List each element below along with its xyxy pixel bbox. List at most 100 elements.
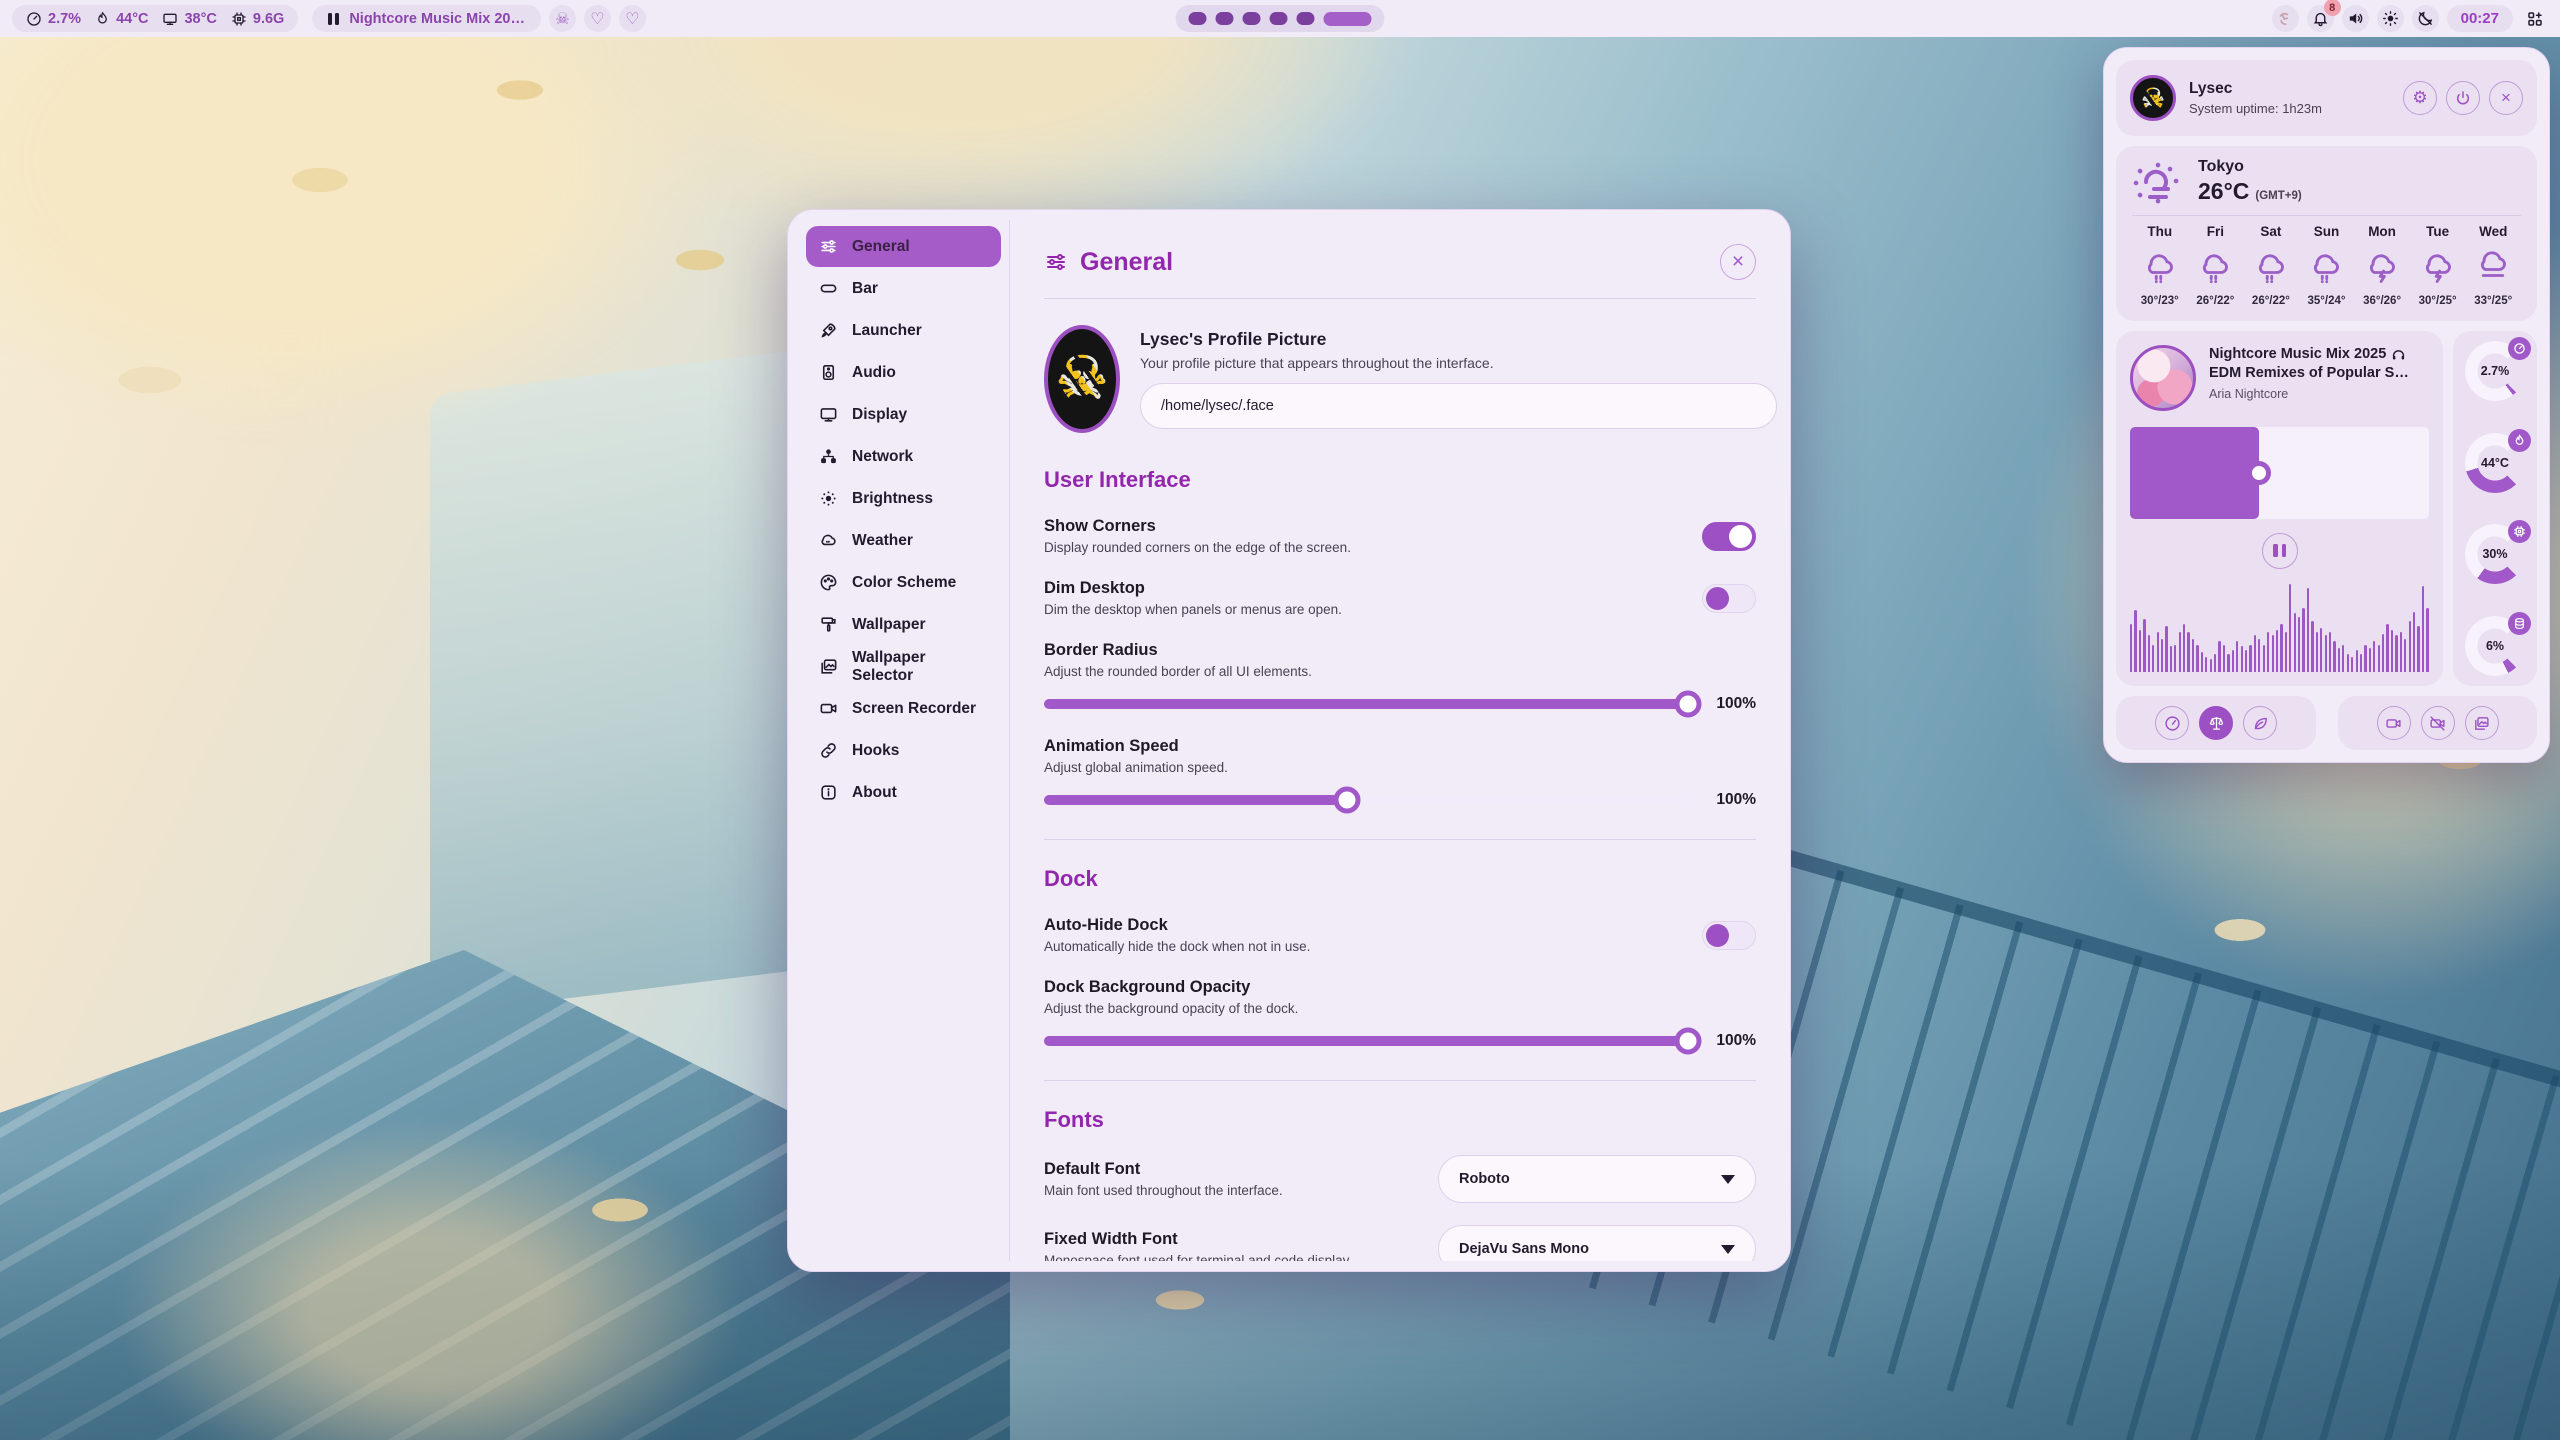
wallpaper-gallery-button[interactable] bbox=[2465, 706, 2499, 740]
system-gauge[interactable]: 30% bbox=[2465, 524, 2525, 584]
slider-handle[interactable] bbox=[1675, 691, 1702, 718]
favorite-button-2[interactable]: ♡ bbox=[619, 5, 646, 32]
profile-avatar[interactable]: ☠ bbox=[1044, 325, 1120, 433]
forecast-temps: 30°/25° bbox=[2410, 295, 2466, 307]
tray-app-button[interactable] bbox=[2272, 5, 2299, 32]
forecast-day-label: Wed bbox=[2465, 224, 2521, 239]
favorite-button-1[interactable]: ♡ bbox=[584, 5, 611, 32]
workspace-dot[interactable] bbox=[1297, 12, 1315, 25]
profile-heading: Lysec's Profile Picture bbox=[1140, 329, 1777, 350]
auto-hide-dock-toggle[interactable] bbox=[1702, 921, 1756, 950]
dim-desktop-toggle[interactable] bbox=[1702, 584, 1756, 613]
sidebar-item-audio[interactable]: Audio bbox=[806, 352, 1001, 393]
settings-button[interactable]: ⚙ bbox=[2403, 81, 2437, 115]
performance-profile-button[interactable] bbox=[2155, 706, 2189, 740]
visualizer-bar bbox=[2289, 584, 2291, 672]
profile-path-input[interactable] bbox=[1140, 383, 1777, 429]
visualizer-bar bbox=[2400, 632, 2402, 672]
close-panel-button[interactable]: × bbox=[2489, 81, 2523, 115]
system-gauge[interactable]: 2.7% bbox=[2465, 341, 2525, 401]
slider-handle[interactable] bbox=[2247, 461, 2271, 485]
tray-app-icon bbox=[2276, 10, 2294, 28]
sidebar-item-launcher[interactable]: Launcher bbox=[806, 310, 1001, 351]
default-font-select[interactable]: Roboto bbox=[1438, 1155, 1756, 1203]
video-camera-off-icon bbox=[2429, 715, 2446, 732]
dock-opacity-slider[interactable] bbox=[1044, 1036, 1688, 1046]
sidebar-item-color-scheme[interactable]: Color Scheme bbox=[806, 562, 1001, 603]
media-progress-slider[interactable] bbox=[2130, 427, 2429, 519]
fog-cloud-icon bbox=[2475, 250, 2511, 286]
sidebar-item-wallpaper[interactable]: Wallpaper bbox=[806, 604, 1001, 645]
sidebar-item-hooks[interactable]: Hooks bbox=[806, 730, 1001, 771]
sidebar-item-wallpaper-selector[interactable]: Wallpaper Selector bbox=[806, 646, 1001, 687]
camera-off-button[interactable] bbox=[2421, 706, 2455, 740]
page-title: General bbox=[1080, 248, 1173, 277]
workspace-dot[interactable] bbox=[1216, 12, 1234, 25]
visualizer-bar bbox=[2311, 621, 2313, 672]
power-button[interactable] bbox=[2446, 81, 2480, 115]
visualizer-bar bbox=[2196, 645, 2198, 672]
system-gauge[interactable]: 44°C bbox=[2465, 433, 2525, 493]
slider-handle[interactable] bbox=[1675, 1028, 1702, 1055]
forecast-day: Sun35°/24° bbox=[2299, 224, 2355, 307]
show-corners-label: Show Corners bbox=[1044, 517, 1702, 536]
forecast-temps: 36°/26° bbox=[2354, 295, 2410, 307]
sidebar-item-general[interactable]: General bbox=[806, 226, 1001, 267]
sidebar-item-about[interactable]: About bbox=[806, 772, 1001, 813]
system-gauge[interactable]: 6% bbox=[2465, 616, 2525, 676]
system-stats-pill[interactable]: 2.7% 44°C 38°C 9.6G bbox=[12, 5, 298, 32]
apps-grid-icon bbox=[2526, 10, 2544, 28]
sidebar-item-brightness[interactable]: Brightness bbox=[806, 478, 1001, 519]
media-player-pill[interactable]: Nightcore Music Mix 20… bbox=[312, 5, 541, 32]
screen-record-button[interactable] bbox=[2377, 706, 2411, 740]
cpu-temp: 44°C bbox=[95, 11, 148, 27]
close-button[interactable]: × bbox=[1720, 244, 1756, 280]
skull-button[interactable]: ☠ bbox=[549, 5, 576, 32]
album-art[interactable] bbox=[2130, 345, 2196, 411]
visualizer-bar bbox=[2205, 657, 2207, 672]
workspace-indicator[interactable] bbox=[1176, 5, 1385, 32]
sidebar-item-bar[interactable]: Bar bbox=[806, 268, 1001, 309]
show-corners-toggle[interactable] bbox=[1702, 522, 1756, 551]
dashboard-button[interactable] bbox=[2521, 5, 2548, 32]
visualizer-bar bbox=[2333, 641, 2335, 672]
animation-speed-slider[interactable] bbox=[1044, 795, 1688, 805]
visualizer-bar bbox=[2143, 619, 2145, 672]
visualizer-bar bbox=[2249, 645, 2251, 672]
leaf-icon bbox=[2252, 715, 2269, 732]
brightness-icon bbox=[819, 489, 838, 508]
workspace-dot[interactable] bbox=[1243, 12, 1261, 25]
clock[interactable]: 00:27 bbox=[2447, 5, 2513, 32]
visualizer-bar bbox=[2236, 641, 2238, 672]
notifications-button[interactable]: 8 bbox=[2307, 5, 2334, 32]
fixed-font-select[interactable]: DejaVu Sans Mono bbox=[1438, 1225, 1756, 1261]
workspace-dot[interactable] bbox=[1189, 12, 1207, 25]
pause-icon bbox=[328, 13, 339, 25]
brightness-button[interactable] bbox=[2377, 5, 2404, 32]
sidebar-item-screen-recorder[interactable]: Screen Recorder bbox=[806, 688, 1001, 729]
visualizer-bar bbox=[2227, 654, 2229, 672]
visualizer-bar bbox=[2134, 610, 2136, 672]
moon-slash-icon bbox=[2417, 10, 2434, 27]
avatar[interactable]: ☠ bbox=[2130, 75, 2176, 121]
border-radius-slider[interactable] bbox=[1044, 699, 1688, 709]
volume-button[interactable] bbox=[2342, 5, 2369, 32]
forecast-temps: 26°/22° bbox=[2243, 295, 2299, 307]
pause-button[interactable] bbox=[2262, 533, 2298, 569]
sidebar-item-display[interactable]: Display bbox=[806, 394, 1001, 435]
flame-icon bbox=[95, 11, 110, 26]
gpu-temp: 38°C bbox=[162, 11, 216, 27]
visualizer-bar bbox=[2179, 632, 2181, 672]
workspace-active-pill[interactable] bbox=[1324, 12, 1372, 26]
sidebar-item-network[interactable]: Network bbox=[806, 436, 1001, 477]
forecast-day-label: Thu bbox=[2132, 224, 2188, 239]
slider-handle[interactable] bbox=[1333, 787, 1360, 814]
night-light-button[interactable] bbox=[2412, 5, 2439, 32]
power-profile-group bbox=[2116, 696, 2316, 750]
balanced-profile-button[interactable] bbox=[2199, 706, 2233, 740]
workspace-dot[interactable] bbox=[1270, 12, 1288, 25]
monitor-icon bbox=[162, 11, 178, 27]
sidebar-item-weather[interactable]: Weather bbox=[806, 520, 1001, 561]
powersave-profile-button[interactable] bbox=[2243, 706, 2277, 740]
profile-description: Your profile picture that appears throug… bbox=[1140, 355, 1777, 371]
